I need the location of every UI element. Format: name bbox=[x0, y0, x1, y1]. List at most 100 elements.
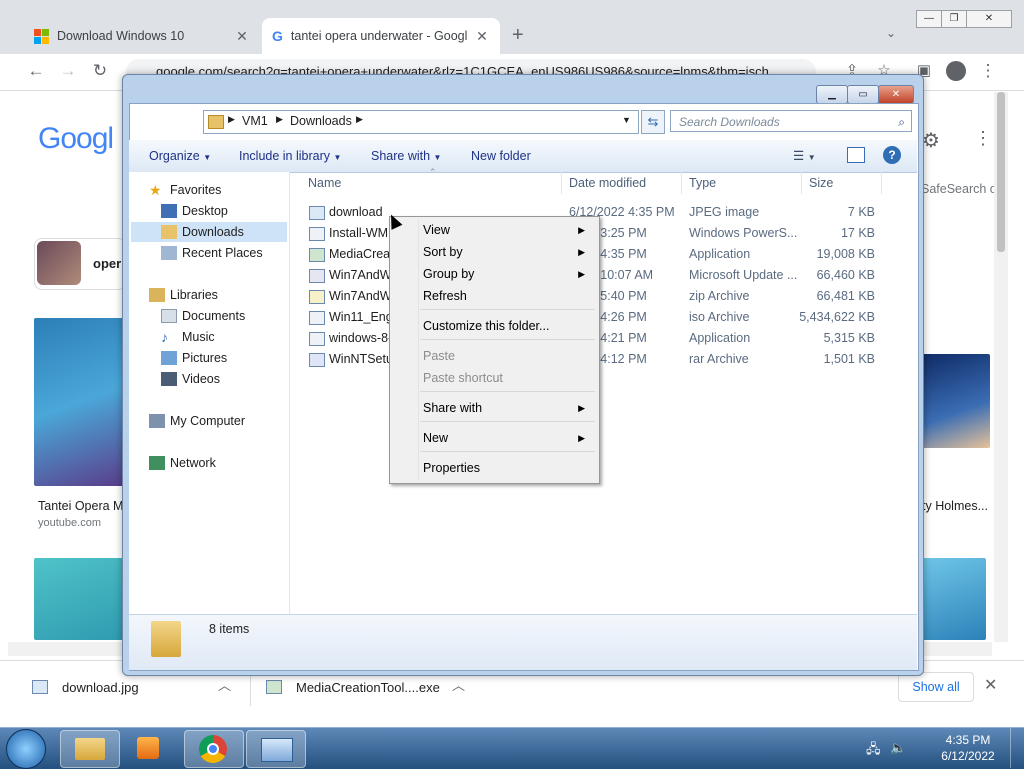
chevron-right-icon[interactable]: ▶ bbox=[276, 114, 283, 125]
profile-avatar[interactable] bbox=[946, 61, 966, 81]
share-with-button[interactable]: Share with ▼ bbox=[371, 146, 441, 166]
menu-item-share-with[interactable]: Share with ▶ bbox=[423, 398, 593, 418]
result-image[interactable] bbox=[34, 318, 126, 486]
include-in-library-button[interactable]: Include in library ▼ bbox=[239, 146, 341, 166]
explorer-minimize-button[interactable]: ▁ bbox=[816, 85, 848, 104]
nav-network[interactable]: Network bbox=[149, 453, 216, 473]
file-size: 66,481 KB bbox=[816, 289, 875, 303]
maximize-button[interactable]: ❐ bbox=[941, 10, 967, 28]
nav-downloads[interactable]: Downloads bbox=[131, 222, 287, 242]
file-name: WinNTSetu bbox=[329, 352, 393, 366]
nav-music[interactable]: ♪ Music bbox=[161, 327, 215, 347]
new-tab-button[interactable]: + bbox=[512, 24, 524, 47]
tab-search-icon[interactable]: ⌄ bbox=[886, 26, 896, 40]
explorer-maximize-button[interactable]: ▭ bbox=[847, 85, 879, 104]
new-folder-button[interactable]: New folder bbox=[471, 146, 531, 166]
chrome-menu-icon[interactable]: ⋮ bbox=[976, 59, 1000, 83]
menu-item-customize[interactable]: Customize this folder... bbox=[423, 316, 593, 336]
forward-icon[interactable]: → bbox=[56, 59, 80, 83]
nav-libraries[interactable]: Libraries bbox=[149, 285, 218, 305]
address-dropdown-icon[interactable]: ▼ bbox=[622, 115, 631, 125]
minimize-button[interactable]: — bbox=[916, 10, 942, 28]
result-title[interactable]: Tantei Opera M bbox=[38, 499, 123, 513]
taskbar-control-panel[interactable] bbox=[246, 730, 306, 768]
download-item[interactable]: MediaCreationTool....exe ︿ bbox=[266, 675, 476, 699]
close-window-button[interactable]: ✕ bbox=[966, 10, 1012, 28]
chevron-right-icon[interactable]: ▶ bbox=[228, 114, 235, 125]
tab-google-search[interactable]: G tantei opera underwater - Googl ✕ bbox=[262, 18, 500, 54]
nav-pictures[interactable]: Pictures bbox=[161, 348, 227, 368]
zip-file-icon bbox=[309, 290, 325, 304]
close-tab-icon[interactable]: ✕ bbox=[234, 28, 250, 45]
menu-separator bbox=[420, 421, 595, 422]
back-icon[interactable]: ← bbox=[24, 59, 48, 83]
help-icon[interactable]: ? bbox=[883, 146, 901, 164]
nav-desktop[interactable]: Desktop bbox=[161, 201, 228, 221]
taskbar-chrome[interactable] bbox=[184, 730, 244, 768]
result-image[interactable] bbox=[34, 558, 126, 640]
documents-icon bbox=[161, 309, 177, 323]
related-chip[interactable]: oper bbox=[34, 238, 126, 290]
taskbar-explorer[interactable] bbox=[60, 730, 120, 768]
clock[interactable]: 4:35 PM 6/12/2022 bbox=[936, 733, 1000, 763]
settings-gear-icon[interactable]: ⚙ bbox=[922, 128, 940, 153]
tab-download-windows[interactable]: Download Windows 10 ✕ bbox=[24, 18, 260, 54]
result-image[interactable] bbox=[920, 354, 990, 448]
search-downloads-input[interactable]: Search Downloads ⌕ bbox=[670, 110, 912, 132]
file-type: iso Archive bbox=[689, 310, 750, 324]
scrollbar-thumb[interactable] bbox=[997, 92, 1005, 252]
file-name: Install-WMF bbox=[329, 226, 396, 240]
download-item[interactable]: download.jpg ︿ bbox=[32, 675, 242, 699]
menu-item-sort-by[interactable]: Sort by ▶ bbox=[423, 242, 593, 262]
computer-icon bbox=[149, 414, 165, 428]
nav-documents[interactable]: Documents bbox=[161, 306, 245, 326]
app-file-icon bbox=[309, 332, 325, 346]
nav-favorites[interactable]: ★ Favorites bbox=[149, 180, 221, 200]
file-type: Application bbox=[689, 331, 751, 345]
chevron-up-icon[interactable]: ︿ bbox=[218, 675, 231, 694]
libraries-icon bbox=[149, 288, 165, 302]
breadcrumb-vm1[interactable]: VM1 bbox=[242, 114, 268, 128]
organize-button[interactable]: Organize ▼ bbox=[149, 146, 211, 166]
nav-videos[interactable]: Videos bbox=[161, 369, 220, 389]
volume-tray-icon[interactable]: 🔈 bbox=[890, 740, 906, 756]
image-file-icon bbox=[32, 680, 48, 694]
change-view-icon[interactable]: ☰ ▼ bbox=[793, 146, 816, 166]
chevron-right-icon[interactable]: ▶ bbox=[356, 114, 363, 125]
menu-item-view[interactable]: View ▶ bbox=[423, 220, 593, 240]
network-tray-icon[interactable]: 🖧 bbox=[866, 740, 881, 762]
breadcrumb-downloads[interactable]: Downloads bbox=[290, 114, 352, 128]
preview-pane-icon[interactable] bbox=[847, 147, 865, 163]
column-date-modified[interactable]: Date modified bbox=[569, 172, 682, 194]
menu-item-group-by[interactable]: Group by ▶ bbox=[423, 264, 593, 284]
result-image[interactable] bbox=[920, 558, 986, 640]
show-all-button[interactable]: Show all bbox=[898, 672, 974, 702]
file-name: MediaCreat bbox=[329, 247, 394, 261]
nav-my-computer[interactable]: My Computer bbox=[149, 411, 245, 431]
nav-recent-places[interactable]: Recent Places bbox=[161, 243, 263, 263]
refresh-icon[interactable]: ⇆ bbox=[641, 110, 665, 134]
show-desktop-button[interactable] bbox=[1010, 728, 1024, 768]
explorer-close-button[interactable]: ✕ bbox=[878, 85, 914, 104]
chevron-up-icon[interactable]: ︿ bbox=[452, 675, 465, 694]
start-button[interactable] bbox=[6, 729, 46, 769]
page-scrollbar[interactable] bbox=[994, 92, 1008, 642]
reload-icon[interactable]: ↻ bbox=[88, 59, 112, 83]
menu-item-properties[interactable]: Properties bbox=[423, 458, 593, 478]
close-downloads-icon[interactable]: ✕ bbox=[984, 675, 997, 695]
column-type[interactable]: Type bbox=[689, 172, 802, 194]
menu-separator bbox=[420, 391, 595, 392]
sort-ascending-icon: ⌃ bbox=[429, 167, 437, 177]
taskbar-media-player[interactable] bbox=[122, 730, 180, 766]
safesearch-link[interactable]: SafeSearch o bbox=[921, 182, 997, 196]
menu-separator bbox=[420, 309, 595, 310]
result-title[interactable]: ty Holmes... bbox=[922, 499, 988, 513]
image-file-icon bbox=[309, 206, 325, 220]
menu-item-new[interactable]: New ▶ bbox=[423, 428, 593, 448]
menu-item-refresh[interactable]: Refresh bbox=[423, 286, 593, 306]
column-size[interactable]: Size bbox=[809, 172, 882, 194]
close-tab-icon[interactable]: ✕ bbox=[474, 28, 490, 45]
address-breadcrumb[interactable]: ▶ VM1 ▶ Downloads ▶ ▼ bbox=[203, 110, 639, 134]
file-type: Microsoft Update ... bbox=[689, 268, 798, 282]
file-name: download bbox=[329, 205, 383, 219]
